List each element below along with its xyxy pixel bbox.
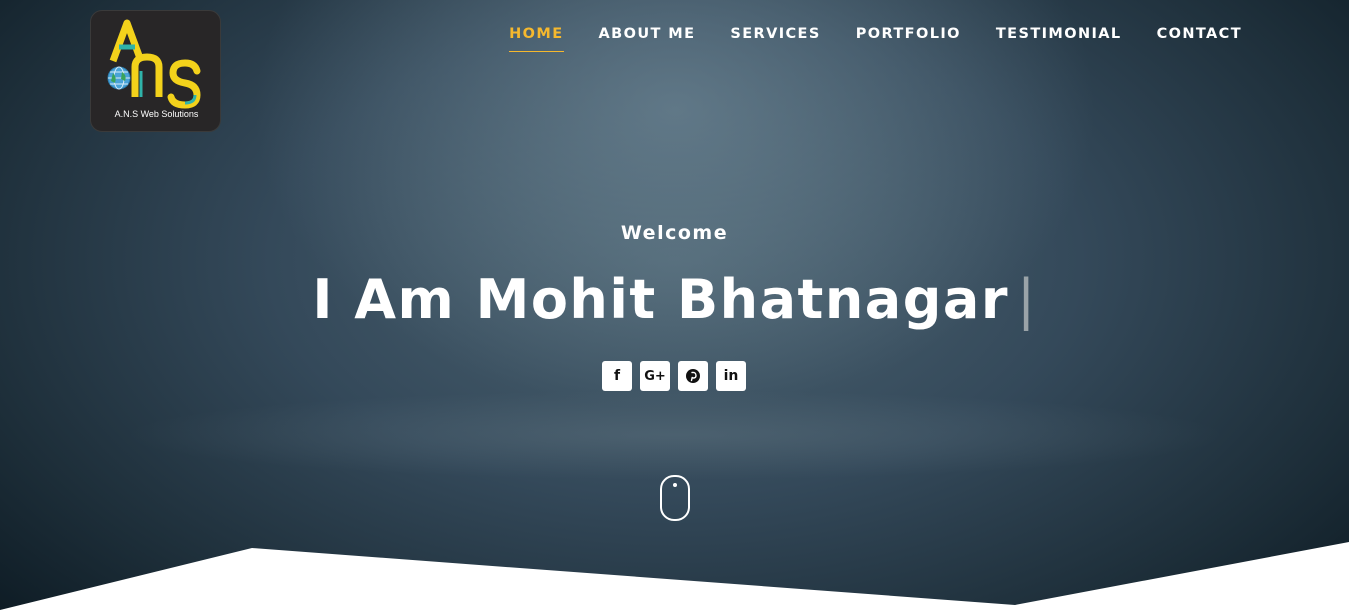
nav-item-services[interactable]: SERVICES bbox=[730, 24, 820, 52]
mouse-wheel bbox=[673, 483, 677, 487]
main-nav: HOME ABOUT ME SERVICES PORTFOLIO TESTIMO… bbox=[509, 24, 1242, 52]
nav-item-about-me[interactable]: ABOUT ME bbox=[599, 24, 696, 52]
headline-text: I Am Mohit Bhatnagar bbox=[312, 268, 1009, 331]
section-divider-shape bbox=[0, 542, 1349, 613]
hero-headline: I Am Mohit Bhatnagar | bbox=[0, 264, 1349, 336]
typing-cursor: | bbox=[1016, 268, 1037, 331]
hero-haze bbox=[120, 390, 1230, 480]
welcome-text: Welcome bbox=[620, 222, 729, 244]
brand-logo[interactable]: A.N.S Web Solutions bbox=[90, 10, 221, 132]
facebook-icon[interactable]: f bbox=[602, 361, 632, 391]
logo-caption: A.N.S Web Solutions bbox=[114, 109, 199, 119]
nav-item-testimonial[interactable]: TESTIMONIAL bbox=[996, 24, 1122, 52]
social-links: f G+ in bbox=[602, 361, 746, 391]
nav-item-home[interactable]: HOME bbox=[509, 24, 564, 52]
nav-item-contact[interactable]: CONTACT bbox=[1157, 24, 1242, 52]
pinterest-glyph-icon bbox=[686, 369, 700, 383]
mouse-scroll-icon[interactable] bbox=[660, 475, 690, 521]
google-plus-icon[interactable]: G+ bbox=[640, 361, 670, 391]
nav-item-portfolio[interactable]: PORTFOLIO bbox=[856, 24, 961, 52]
linkedin-icon[interactable]: in bbox=[716, 361, 746, 391]
pinterest-icon[interactable] bbox=[678, 361, 708, 391]
